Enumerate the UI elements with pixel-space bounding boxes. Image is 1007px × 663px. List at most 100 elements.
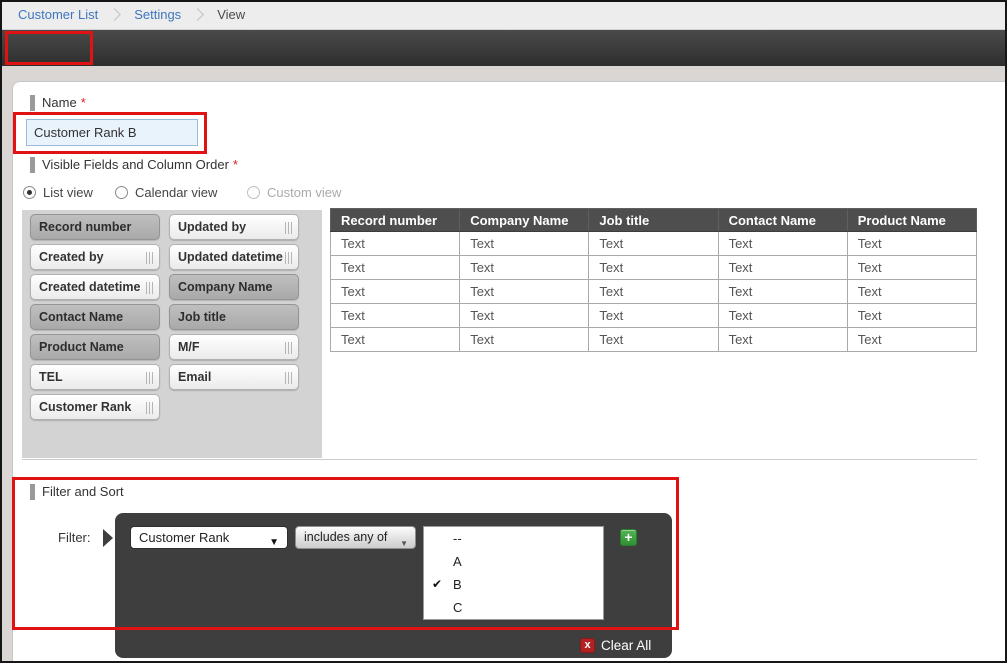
field-button-label: M/F [178,340,200,354]
table-cell: Text [331,304,460,328]
field-button-label: Record number [39,220,131,234]
filter-section-label: Filter and Sort [42,484,124,501]
filter-value-option-2[interactable]: ✔B [424,573,603,596]
preview-column-header: Record number [331,209,460,232]
table-cell: Text [847,256,976,280]
breadcrumb-item-1[interactable]: Settings [134,7,181,22]
filter-value-option-1[interactable]: A [424,550,603,573]
radio-button-icon[interactable] [23,186,36,199]
field-button-col2-2[interactable]: Company Name [169,274,299,300]
field-button-bank: Record number Created by Created datetime C… [22,210,322,458]
drag-handle-icon [146,252,154,264]
filter-field-dropdown[interactable]: Customer Rank ▼ [130,526,288,549]
filter-panel: Customer Rank ▼ includes any of ▼ --A✔BC… [115,513,672,658]
table-cell: Text [718,280,847,304]
field-button-label: Customer Rank [39,400,131,414]
view-option-2[interactable]: Custom view [247,185,341,200]
fields-label-text: Visible Fields and Column Order [42,157,229,172]
table-cell: Text [331,280,460,304]
field-button-label: Updated datetime [178,250,283,264]
preview-column-header: Company Name [460,209,589,232]
table-row: TextTextTextTextText [331,304,977,328]
drag-handle-icon [285,342,293,354]
field-button-col2-0[interactable]: Updated by [169,214,299,240]
breadcrumb-item-0[interactable]: Customer List [18,7,98,22]
preview-table: Record numberCompany NameJob titleContac… [330,208,977,352]
breadcrumb: Customer List Settings View [0,0,1007,30]
chevron-down-icon: ▼ [269,532,279,553]
frame-border [0,0,1007,2]
view-option-0[interactable]: List view [23,185,93,200]
section-bar [30,484,35,500]
field-button-label: Contact Name [39,310,123,324]
breadcrumb-item-2: View [217,7,245,22]
clear-all-button[interactable]: x Clear All [580,638,651,653]
filter-value-listbox[interactable]: -- A ✔BC [423,526,604,620]
table-cell: Text [331,256,460,280]
table-cell: Text [847,304,976,328]
radio-button-icon[interactable] [247,186,260,199]
preview-table-body: TextTextTextTextTextTextTextTextTextText… [331,232,977,352]
required-asterisk: * [81,95,86,110]
table-cell: Text [460,328,589,352]
field-button-col2-4[interactable]: M/F [169,334,299,360]
field-button-col2-3[interactable]: Job title [169,304,299,330]
table-row: TextTextTextTextText [331,232,977,256]
filter-operator-dropdown[interactable]: includes any of ▼ [295,526,416,549]
filter-value-option-3[interactable]: C [424,596,603,619]
toolbar [0,30,1007,66]
view-name-input[interactable] [26,119,198,146]
filter-arrow-icon [103,529,113,547]
field-button-col2-1[interactable]: Updated datetime [169,244,299,270]
field-button-col1-6[interactable]: Customer Rank [30,394,160,420]
field-button-label: Updated by [178,220,246,234]
table-cell: Text [589,328,718,352]
preview-column-header: Product Name [847,209,976,232]
view-option-1[interactable]: Calendar view [115,185,217,200]
field-button-col1-5[interactable]: TEL [30,364,160,390]
drag-handle-icon [146,402,154,414]
table-cell: Text [460,256,589,280]
table-row: TextTextTextTextText [331,256,977,280]
field-button-col1-0[interactable]: Record number [30,214,160,240]
field-button-col1-4[interactable]: Product Name [30,334,160,360]
filter-field-value: Customer Rank [139,530,229,545]
view-option-label: Calendar view [135,185,217,200]
table-cell: Text [460,280,589,304]
preview-column-header: Job title [589,209,718,232]
table-cell: Text [847,232,976,256]
check-icon: ✔ [432,573,442,596]
table-cell: Text [589,280,718,304]
table-cell: Text [589,256,718,280]
filter-value-option-0[interactable]: -- [424,527,603,550]
field-button-col1-2[interactable]: Created datetime [30,274,160,300]
name-label-text: Name [42,95,77,110]
field-button-label: Email [178,370,211,384]
radio-button-icon[interactable] [115,186,128,199]
required-asterisk: * [233,157,238,172]
preview-table-head: Record numberCompany NameJob titleContac… [331,209,977,232]
drag-handle-icon [285,222,293,234]
field-button-label: Company Name [178,280,272,294]
add-filter-button[interactable]: + [620,529,637,546]
view-option-label: List view [43,185,93,200]
filter-value-option-label: A [453,554,462,569]
clear-x-icon: x [580,638,595,653]
section-bar [30,157,35,173]
field-button-col1-3[interactable]: Contact Name [30,304,160,330]
field-button-col1-1[interactable]: Created by [30,244,160,270]
field-button-col2-5[interactable]: Email [169,364,299,390]
table-cell: Text [847,328,976,352]
breadcrumb-separator-icon [108,8,121,21]
view-settings-page: Customer ListSettingsView Save Cancel De… [0,0,1007,663]
drag-handle-icon [285,372,293,384]
table-row: TextTextTextTextText [331,328,977,352]
table-cell: Text [331,328,460,352]
table-cell: Text [331,232,460,256]
frame-border [0,0,2,663]
field-button-label: TEL [39,370,63,384]
table-cell: Text [847,280,976,304]
view-option-label: Custom view [267,185,341,200]
table-cell: Text [718,232,847,256]
fields-section-label: Visible Fields and Column Order * [42,157,238,174]
